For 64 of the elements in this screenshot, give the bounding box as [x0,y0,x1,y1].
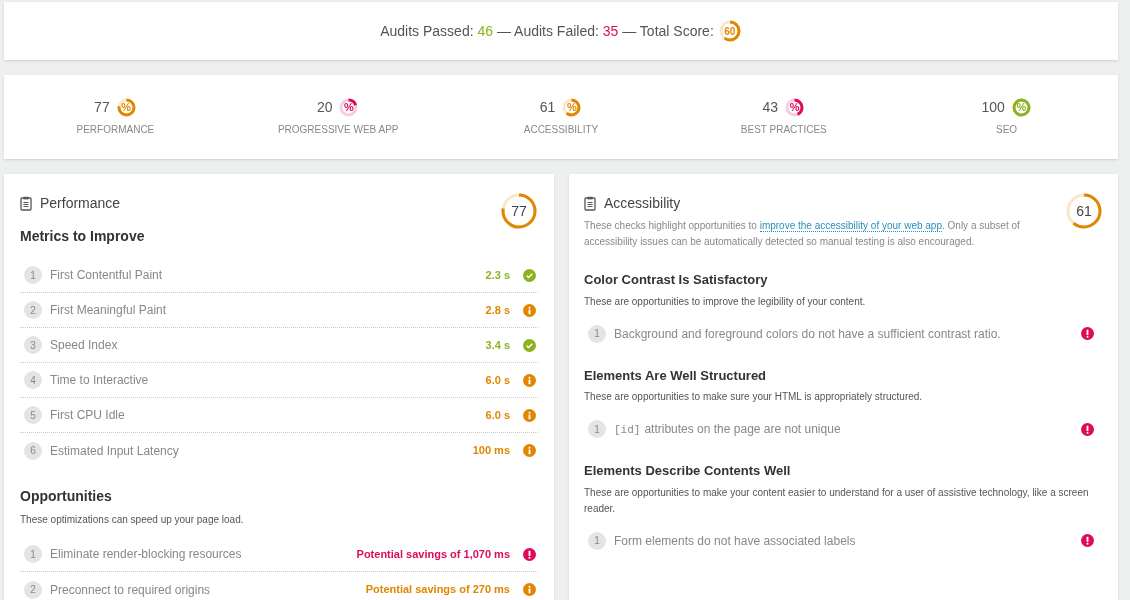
metric-value: 2.8 s [485,302,510,318]
category-score: 43 [762,98,779,117]
metric-value: 3.4 s [485,337,510,353]
audit-text: Background and foreground colors do not have a sufficient contrast ratio. [614,325,1002,343]
percent-ring: % [784,97,806,118]
savings-value: Potential savings of 270 ms [365,582,510,598]
opportunity-name: Preconnect to required origins [50,581,212,599]
group-heading: Color Contrast Is Satisfactory [584,271,769,289]
index-number: 1 [24,545,42,563]
index-number: 1 [588,420,606,438]
percent-ring: % [115,97,137,118]
category-label: PERFORMANCE [76,123,155,137]
metric-value: 6.0 s [485,407,510,423]
metric-name: Speed Index [50,337,119,354]
metric-name: Estimated Input Latency [50,442,180,460]
score-ring: 61 [1065,192,1103,230]
category-score: 100 [981,98,1005,117]
index-number: 2 [24,580,42,599]
category-score: 77 [94,98,110,117]
section-heading: Opportunities [20,487,113,506]
opportunity-name: Eliminate render-blocking resources [50,546,243,563]
index-number: 4 [24,371,42,389]
metric-name: First Contentful Paint [50,267,164,284]
metric-name: Time to Interactive [50,372,150,389]
score-ring: 77 [500,192,538,230]
summary-text: Audits Passed: 46 — Audits Failed: 35 — Total Score: [380,21,714,41]
index-number: 1 [588,531,606,550]
group-description: These are opportunities to improve the legibility of your content. [584,294,867,309]
total-score-ring: 60 [717,19,742,43]
category-label: ACCESSIBILITY [523,123,599,137]
accessibility-link[interactable]: improve the accessibility of your web app [759,220,942,232]
index-number: 6 [24,441,42,460]
group-heading: Elements Describe Contents Well [584,462,792,480]
metric-name: First CPU Idle [50,407,126,424]
audit-text: [id] attributes on the page are not unique [614,420,842,438]
metric-name: First Meaningful Paint [50,302,168,319]
index-number: 1 [588,324,606,343]
group-heading: Elements Are Well Structured [584,366,768,385]
savings-value: Potential savings of 1,070 ms [356,546,510,562]
percent-ring: % [1010,97,1032,118]
clipboard-icon [20,196,32,211]
audit-text: Form elements do not have associated labels [614,532,857,550]
section-heading: Metrics to Improve [20,227,146,246]
index-number: 3 [24,336,42,354]
section-description: These optimizations can speed up your page load. [20,513,245,527]
clipboard-icon [584,196,596,211]
index-number: 1 [24,266,42,284]
category-label: SEO [996,123,1018,137]
group-description: These are opportunities to make sure your HTML is appropriately structured. [584,390,924,404]
metric-value: 6.0 s [485,372,510,388]
panel-title: Performance [40,194,121,213]
panel-title: Accessibility [604,194,681,213]
metric-value: 100 ms [472,443,510,459]
index-number: 2 [24,301,42,319]
category-score: 20 [316,98,333,117]
category-score: 61 [539,98,556,117]
percent-ring: % [338,97,360,118]
percent-ring: % [561,97,583,118]
category-label: BEST PRACTICES [740,123,827,137]
metric-value: 2.3 s [485,267,510,283]
category-label: PROGRESSIVE WEB APP [277,123,399,137]
intro-text: These checks highlight opportunities to improve the accessibility of your web app. Only a subset of accessibility issues can be automatically detected so manual testing is also encouraged. [584,219,1021,249]
index-number: 5 [24,406,42,424]
group-description: These are opportunities to make your content easier to understand for a user of assistive technology, like a screen reader. [584,485,1090,516]
